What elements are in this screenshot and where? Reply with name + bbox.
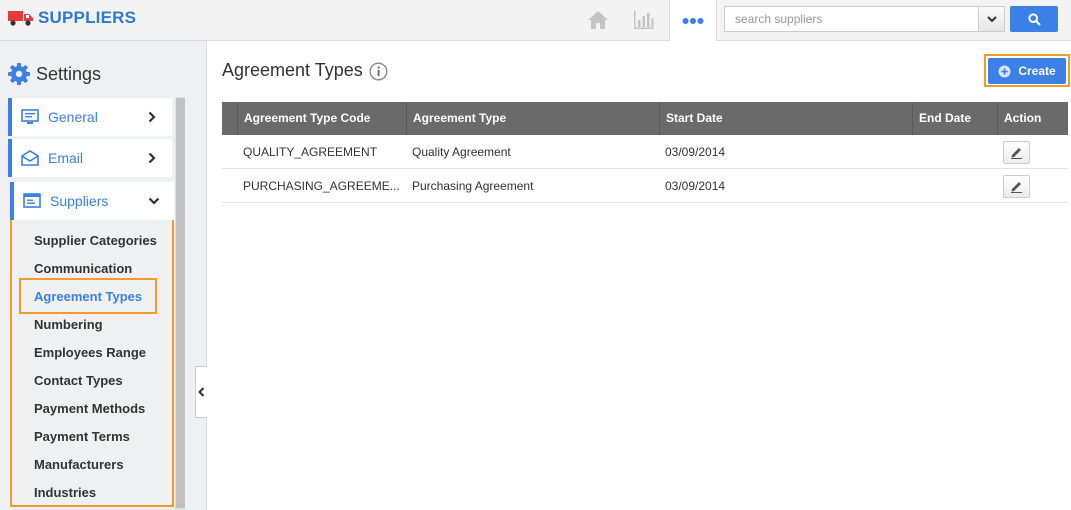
sidebar-item-label: Email — [48, 150, 84, 166]
top-bar: SUPPLIERS — [0, 0, 1071, 41]
sidebar-subitem-numbering[interactable]: Numbering — [34, 317, 103, 332]
edit-button[interactable] — [1003, 175, 1030, 198]
chevron-left-icon — [198, 387, 205, 397]
header-start-date[interactable]: Start Date — [659, 102, 912, 135]
create-button-label: Create — [1018, 64, 1056, 78]
search-input[interactable] — [725, 7, 979, 31]
info-icon[interactable] — [369, 62, 388, 86]
edit-button[interactable] — [1003, 141, 1030, 164]
sidebar-item-label: General — [48, 109, 98, 125]
sidebar-subitem-payment-terms[interactable]: Payment Terms — [34, 429, 130, 444]
list-icon — [22, 193, 42, 209]
search-button[interactable] — [1010, 6, 1058, 32]
reports-button[interactable] — [621, 0, 667, 40]
sidebar-subitem-communication[interactable]: Communication — [34, 261, 132, 276]
settings-header: Settings — [8, 63, 101, 85]
chevron-right-icon — [142, 152, 162, 164]
monitor-icon — [20, 109, 40, 125]
agreement-types-table: Agreement Type Code Agreement Type Start… — [222, 102, 1068, 203]
page-title: Agreement Types — [222, 60, 363, 80]
sidebar-subitem-payment-methods[interactable]: Payment Methods — [34, 401, 145, 416]
pencil-icon — [1011, 182, 1022, 193]
create-button[interactable]: Create — [988, 58, 1066, 84]
sidebar-item-general[interactable]: General — [8, 98, 172, 136]
settings-title: Settings — [36, 63, 102, 84]
header-action: Action — [997, 102, 1068, 135]
app-brand[interactable]: SUPPLIERS — [8, 6, 136, 30]
header-agreement-type-code[interactable]: Agreement Type Code — [237, 102, 406, 135]
cell-agreement-type-code: QUALITY_AGREEMENT — [243, 145, 378, 159]
app-name: SUPPLIERS — [38, 8, 137, 27]
header-end-date[interactable]: End Date — [912, 102, 997, 135]
envelope-icon — [20, 150, 40, 166]
search-box — [724, 6, 1005, 32]
header-select-column — [222, 102, 237, 135]
sidebar-collapse-button[interactable] — [195, 366, 207, 418]
bar-chart-icon — [634, 11, 654, 29]
sidebar-scrollbar-thumb[interactable] — [176, 98, 185, 508]
cell-agreement-type: Purchasing Agreement — [412, 179, 534, 193]
header-agreement-type[interactable]: Agreement Type — [406, 102, 659, 135]
search-dropdown-button[interactable] — [978, 7, 1004, 31]
more-button[interactable] — [669, 0, 717, 41]
sidebar-subitem-contact-types[interactable]: Contact Types — [34, 373, 123, 388]
cell-agreement-type-code: PURCHASING_AGREEME... — [243, 179, 400, 193]
sidebar-subitem-supplier-categories[interactable]: Supplier Categories — [34, 233, 157, 248]
sidebar-subitem-employees-range[interactable]: Employees Range — [34, 345, 146, 360]
cell-start-date: 03/09/2014 — [665, 145, 726, 159]
table-row[interactable]: QUALITY_AGREEMENT Quality Agreement 03/0… — [222, 135, 1068, 169]
cell-end-date — [912, 135, 997, 169]
chevron-down-icon — [144, 197, 164, 205]
cell-end-date — [912, 169, 997, 203]
sidebar-item-email[interactable]: Email — [8, 139, 172, 177]
home-button[interactable] — [575, 0, 621, 40]
cell-agreement-type: Quality Agreement — [412, 145, 511, 159]
active-item-highlight — [19, 278, 157, 314]
sidebar-item-suppliers[interactable]: Suppliers — [10, 182, 174, 220]
table-header: Agreement Type Code Agreement Type Start… — [222, 102, 1068, 135]
chevron-right-icon — [142, 111, 162, 123]
more-icon — [682, 17, 704, 24]
gear-icon — [8, 63, 30, 85]
suppliers-section-highlight: Suppliers Supplier Categories Communicat… — [10, 182, 174, 507]
sidebar: Settings General Email Suppliers Supplie… — [0, 41, 207, 510]
home-icon — [588, 11, 608, 29]
chevron-down-icon — [986, 15, 997, 22]
pencil-icon — [1011, 148, 1022, 159]
search-icon — [1027, 12, 1041, 26]
truck-icon — [8, 11, 33, 26]
sidebar-subitem-manufacturers[interactable]: Manufacturers — [34, 457, 124, 472]
sidebar-subitem-industries[interactable]: Industries — [34, 485, 96, 500]
sidebar-item-label: Suppliers — [50, 193, 109, 209]
table-row[interactable]: PURCHASING_AGREEME... Purchasing Agreeme… — [222, 169, 1068, 203]
plus-circle-icon — [998, 65, 1011, 78]
cell-start-date: 03/09/2014 — [665, 179, 726, 193]
